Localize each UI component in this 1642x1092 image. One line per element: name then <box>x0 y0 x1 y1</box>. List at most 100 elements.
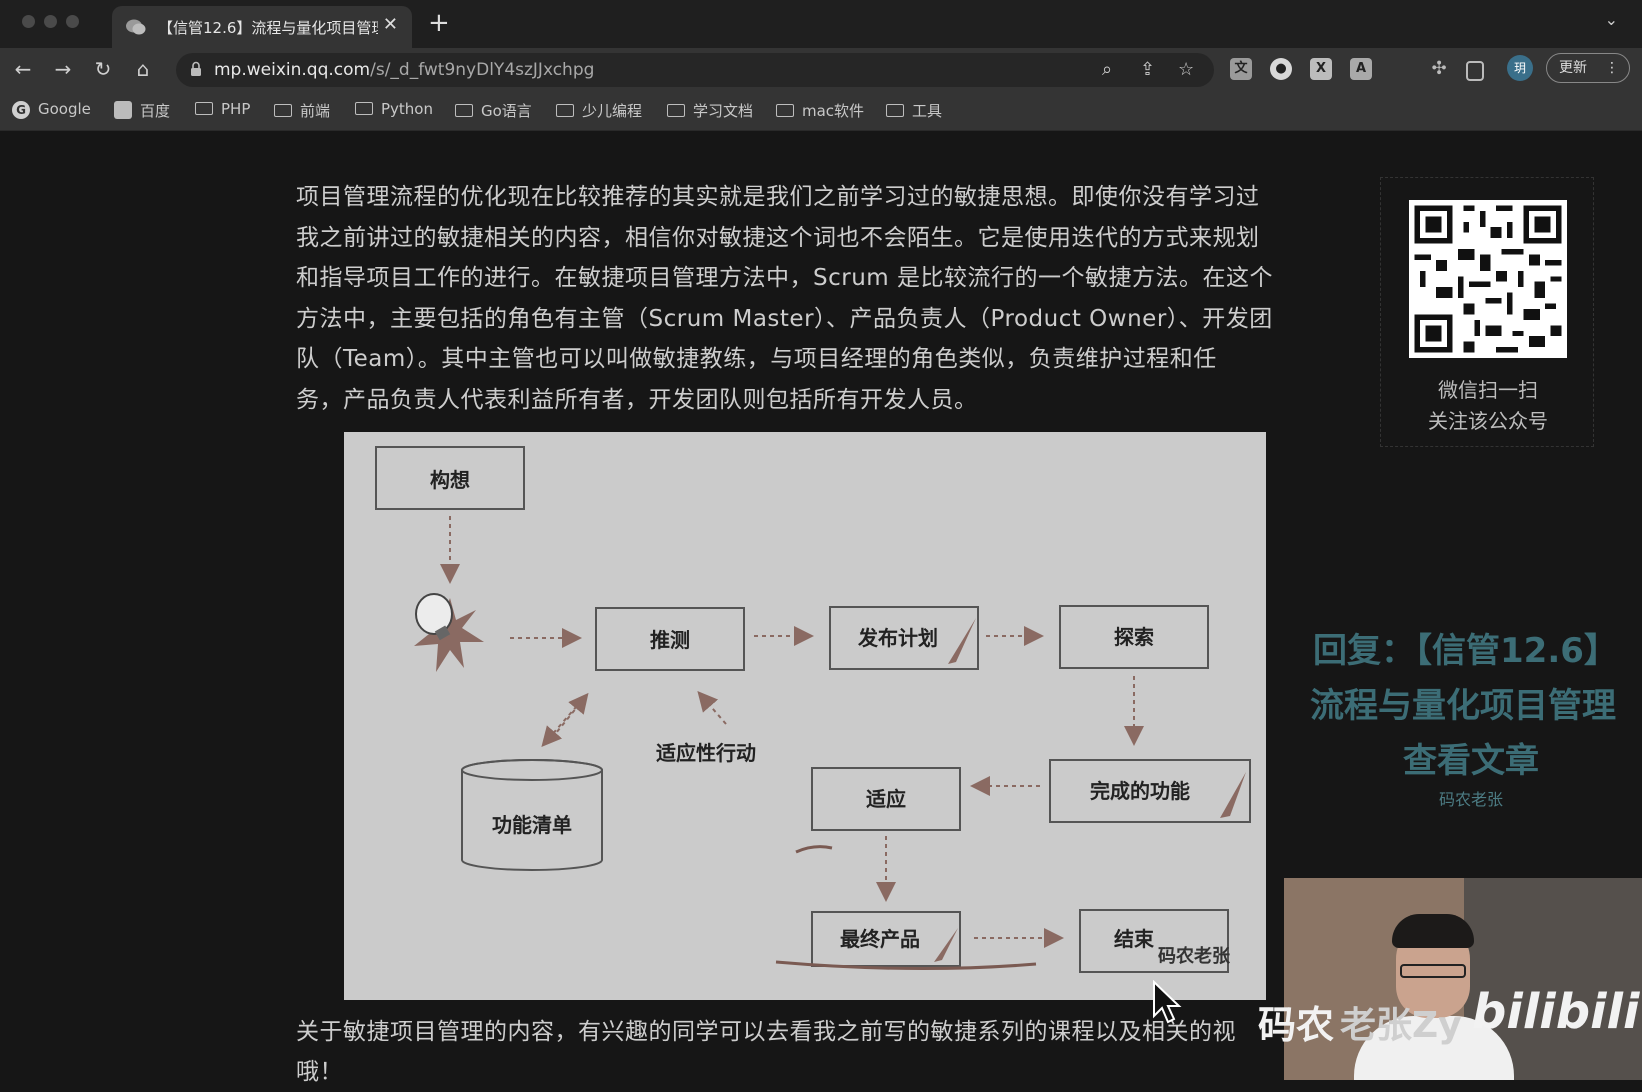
tab-search-chevron-icon[interactable]: ⌄ <box>1605 10 1618 29</box>
bookmark-google[interactable]: G Google <box>12 100 91 119</box>
reply-title-line: 流程与量化项目管理 <box>1310 686 1616 726</box>
url-path: /s/_d_fwt9nyDlY4szJJxchpg <box>370 60 595 80</box>
folder-icon <box>355 102 373 115</box>
wechat-favicon-icon <box>126 19 146 35</box>
bookmark-label: PHP <box>221 100 251 118</box>
folder-icon <box>667 104 685 117</box>
bookmark-folder-docs[interactable]: 学习文档 <box>667 100 753 121</box>
presenter-hair <box>1392 914 1474 948</box>
bookmark-star-icon[interactable]: ☆ <box>1178 59 1194 80</box>
agile-process-diagram: 构想 推测 发布计划 探索 完成的功能 适应 功能清单 最终产品 结束 适应性行… <box>344 432 1266 1000</box>
paragraph-line: 哦！ <box>296 1059 343 1085</box>
update-label: 更新 <box>1559 60 1587 76</box>
qr-code-card: 微信扫一扫 关注该公众号 <box>1380 177 1594 447</box>
node-completed-features: 完成的功能 <box>1090 779 1190 803</box>
circle-extension-icon[interactable]: ● <box>1270 58 1292 80</box>
paragraph-line: 项目管理流程的优化现在比较推荐的其实就是我们之前学习过的敏捷思想。即使你没有学习… <box>296 184 1260 210</box>
bookmark-label: 学习文档 <box>693 102 754 120</box>
qr-code-image[interactable] <box>1409 200 1567 358</box>
paragraph-line: 方法中，主要包括的角色有主管（Scrum Master）、产品负责人（Produ… <box>296 305 1273 332</box>
paragraph-line: 务，产品负责人代表利益所有者，开发团队则包括所有开发人员。 <box>296 386 978 413</box>
folder-icon <box>776 104 794 117</box>
reply-action-line: 查看文章 <box>1403 741 1539 781</box>
pen-annotation <box>795 845 833 854</box>
google-icon: G <box>12 101 30 119</box>
update-button[interactable]: 更新 ⋮ <box>1546 53 1630 83</box>
new-tab-button[interactable]: + <box>428 8 450 38</box>
node-speculate: 推测 <box>650 628 690 652</box>
node-final-product: 最终产品 <box>840 927 920 951</box>
diagram-watermark: 码农老张 <box>1158 945 1231 967</box>
node-envision: 构想 <box>430 468 470 492</box>
article-footer-paragraph: 关于敏捷项目管理的内容，有兴趣的同学可以去看我之前写的敏捷系列的课程以及相关的视… <box>296 1012 1316 1092</box>
release-plan-fold <box>948 618 976 664</box>
bookmark-label: Google <box>38 100 91 118</box>
extensions-puzzle-icon[interactable]: ✣ <box>1428 58 1450 80</box>
bookmark-label: Python <box>381 100 433 118</box>
node-adapt: 适应 <box>866 787 906 811</box>
bookmark-folder-go[interactable]: Go语言 <box>455 100 532 121</box>
folder-icon <box>274 104 292 117</box>
url-host: mp.weixin.qq.com <box>214 60 371 80</box>
zoom-icon[interactable]: ⌕ <box>1102 59 1112 80</box>
bookmark-folder-python[interactable]: Python <box>355 100 433 118</box>
cylinder-top <box>461 759 603 781</box>
bookmark-label: 少儿编程 <box>582 102 643 120</box>
paragraph-line: 和指导项目工作的进行。在敏捷项目管理方法中，Scrum 是比较流行的一个敏捷方法… <box>296 265 1273 291</box>
profile-avatar[interactable]: 玥 <box>1507 55 1533 81</box>
tab-close-icon[interactable]: ✕ <box>383 14 398 35</box>
bookmark-label: 百度 <box>140 102 171 120</box>
bookmarks-bar: G Google 百度 PHP 前端 Python Go语言 少儿编程 学习文档 … <box>0 90 1642 131</box>
node-feature-list: 功能清单 <box>492 813 572 837</box>
reload-icon[interactable]: ↻ <box>90 56 116 82</box>
address-bar[interactable]: mp.weixin.qq.com/s/_d_fwt9nyDlY4szJJxchp… <box>176 53 1214 87</box>
side-panel-icon[interactable] <box>1466 61 1484 81</box>
bookmark-folder-php[interactable]: PHP <box>195 100 250 118</box>
forward-arrow-icon[interactable]: → <box>50 56 76 82</box>
bookmark-label: mac软件 <box>802 102 865 120</box>
home-icon[interactable]: ⌂ <box>130 56 156 82</box>
folder-icon <box>556 104 574 117</box>
bookmark-folder-frontend[interactable]: 前端 <box>274 100 330 121</box>
active-tab[interactable]: 【信管12.6】流程与量化项目管理 ✕ <box>112 6 412 48</box>
diagram-arrows <box>440 516 1144 948</box>
diagram-canvas: 构想 推测 发布计划 探索 完成的功能 适应 功能清单 最终产品 结束 适应性行… <box>375 446 1251 973</box>
edge-label-adaptive-action: 适应性行动 <box>656 741 756 765</box>
menu-dots-icon[interactable]: ⋮ <box>1605 54 1619 82</box>
node-explore: 探索 <box>1114 625 1154 649</box>
completed-features-fold <box>1220 772 1246 818</box>
bookmark-folder-tools[interactable]: 工具 <box>886 100 942 121</box>
paragraph-line: 我之前讲过的敏捷相关的内容，相信你对敏捷这个词也不会陌生。它是使用迭代的方式来规… <box>296 224 1260 251</box>
reply-keyword-line: 回复：【信管12.6】 <box>1313 631 1618 671</box>
url-text: mp.weixin.qq.com/s/_d_fwt9nyDlY4szJJxchp… <box>214 60 594 80</box>
reply-author: 码农老张 <box>1438 790 1503 809</box>
bookmark-label: 工具 <box>912 102 943 120</box>
article-paragraph: 项目管理流程的优化现在比较推荐的其实就是我们之前学习过的敏捷思想。即使你没有学习… <box>296 177 1316 420</box>
window-minimize-control[interactable] <box>44 15 57 28</box>
window-zoom-control[interactable] <box>66 15 79 28</box>
bilibili-logo: bilibili <box>1472 984 1640 1040</box>
folder-icon <box>455 104 473 117</box>
font-extension-icon[interactable]: A <box>1350 58 1372 80</box>
translate-extension-icon[interactable]: 文 <box>1230 58 1252 80</box>
bookmark-folder-kids-coding[interactable]: 少儿编程 <box>556 100 642 121</box>
x-extension-icon[interactable]: X <box>1310 58 1332 80</box>
node-release-plan: 发布计划 <box>857 626 938 650</box>
bookmark-label: 前端 <box>300 102 331 120</box>
final-product-fold <box>934 928 958 962</box>
back-arrow-icon[interactable]: ← <box>10 56 36 82</box>
bookmark-baidu[interactable]: 百度 <box>114 100 170 121</box>
folder-icon <box>195 102 213 115</box>
reply-instruction-overlay: 回复：【信管12.6】 流程与量化项目管理 查看文章 码农老张 <box>1300 623 1642 810</box>
bookmark-folder-mac-software[interactable]: mac软件 <box>776 100 864 121</box>
node-close: 结束 <box>1114 927 1155 951</box>
lock-icon <box>191 61 201 76</box>
qr-caption-scan: 微信扫一扫 <box>1438 378 1538 402</box>
channel-watermark-handle: 老张Zy <box>1340 1005 1462 1046</box>
channel-watermark-name: 码农 <box>1258 1003 1335 1047</box>
mouse-cursor-icon <box>1153 980 1182 1024</box>
share-icon[interactable]: ⇪ <box>1140 59 1155 80</box>
window-close-control[interactable] <box>22 15 35 28</box>
baidu-icon <box>114 101 132 119</box>
presenter-glasses <box>1400 964 1466 978</box>
